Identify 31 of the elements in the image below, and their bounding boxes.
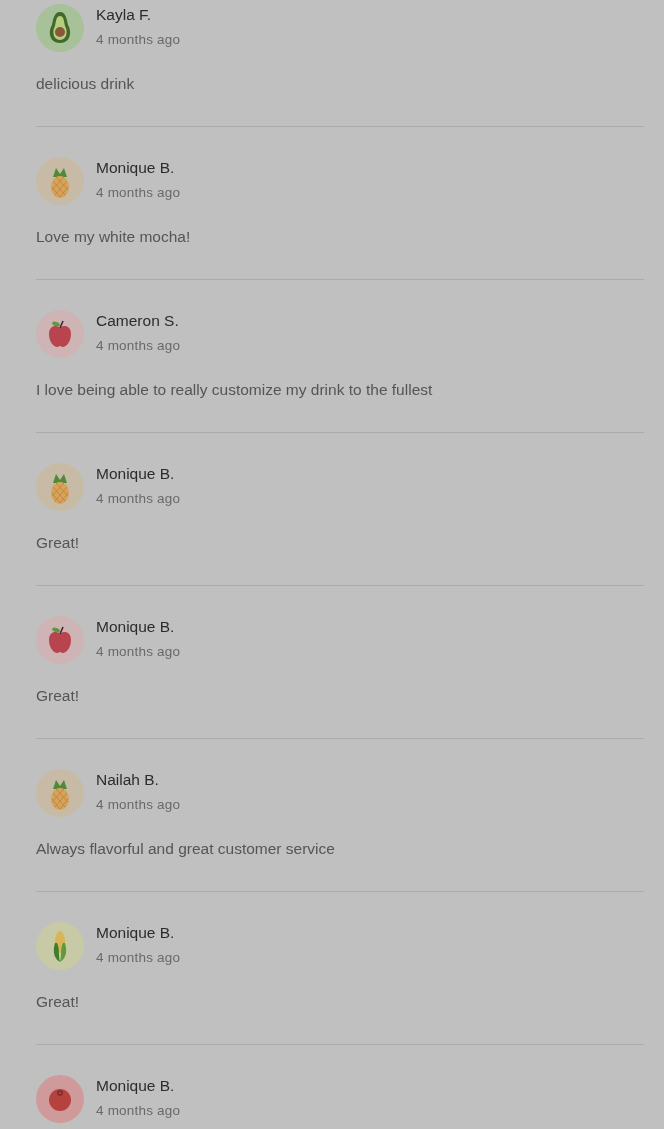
- pineapple-avatar-icon: [36, 769, 84, 817]
- review-time: 4 months ago: [96, 796, 181, 814]
- pineapple-avatar-icon: [36, 463, 84, 511]
- tomato-avatar-icon: [36, 1075, 84, 1123]
- reviewer-name: Monique B.: [96, 923, 175, 943]
- review-comment: Love my white mocha!: [36, 227, 192, 247]
- pineapple-avatar-icon: [36, 157, 84, 205]
- avocado-avatar-icon: [36, 4, 84, 52]
- review-time: 4 months ago: [96, 949, 181, 967]
- apple-avatar-icon: [36, 616, 84, 664]
- review-comment: Great!: [36, 686, 81, 706]
- reviewer-name: Cameron S.: [96, 311, 179, 331]
- reviewer-name: Nailah B.: [96, 770, 159, 790]
- apple-avatar-icon: [36, 310, 84, 358]
- reviewer-name: Monique B.: [96, 617, 175, 637]
- reviewer-name: Monique B.: [96, 158, 175, 178]
- review-time: 4 months ago: [96, 31, 181, 49]
- review-comment: delicious drink: [36, 74, 136, 94]
- corn-avatar-icon: [36, 922, 84, 970]
- reviewer-name: Monique B.: [96, 1076, 175, 1096]
- review-comment: Always flavorful and great customer service: [36, 839, 336, 859]
- reviewer-name: Kayla F.: [96, 5, 152, 25]
- review-time: 4 months ago: [96, 490, 181, 508]
- review-comment: Great!: [36, 992, 81, 1012]
- reviewer-name: Monique B.: [96, 464, 175, 484]
- review-comment: I love being able to really customize my drink to the fullest: [36, 380, 434, 400]
- review-time: 4 months ago: [96, 643, 181, 661]
- review-comment: Great!: [36, 533, 81, 553]
- review-time: 4 months ago: [96, 337, 181, 355]
- review-time: 4 months ago: [96, 184, 181, 202]
- review-time: 4 months ago: [96, 1102, 181, 1120]
